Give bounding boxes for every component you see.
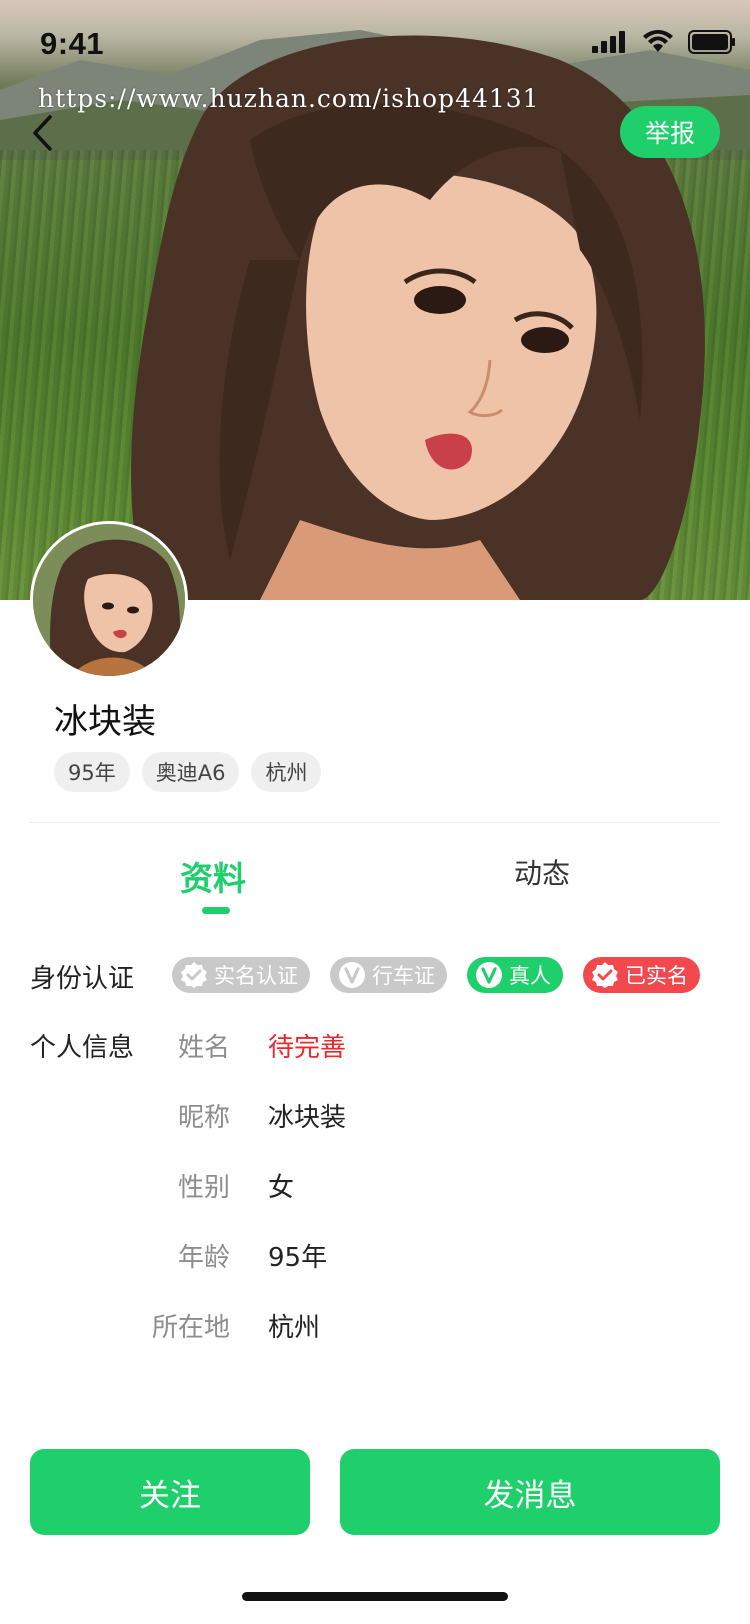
field-label-location: 所在地 — [151, 1313, 230, 1343]
badge-label: 真人 — [509, 964, 551, 988]
tab-info[interactable]: 资料 — [180, 852, 246, 900]
field-label-name: 姓名 — [177, 1033, 230, 1063]
back-button[interactable] — [22, 108, 62, 158]
avatar-image — [33, 524, 185, 676]
report-button[interactable]: 举报 — [620, 106, 720, 158]
home-indicator — [242, 1592, 508, 1601]
chevron-left-icon — [33, 115, 52, 151]
verified-shield-icon — [180, 961, 208, 989]
send-message-button[interactable]: 发消息 — [340, 1449, 720, 1535]
verified-shield-icon — [591, 961, 619, 989]
identity-label: 身份认证 — [30, 964, 135, 994]
field-value-gender: 女 — [268, 1173, 295, 1203]
status-time: 9:41 — [40, 26, 105, 61]
field-value-name[interactable]: 待完善 — [268, 1027, 346, 1064]
watermark-url: https://www.huzhan.com/ishop44131 — [38, 84, 540, 113]
tab-active-indicator — [202, 907, 230, 914]
badge-vehicle-license: 行车证 — [330, 957, 447, 993]
status-icons — [592, 30, 736, 54]
profile-tags: 95年 奥迪A6 杭州 — [54, 752, 322, 792]
divider — [30, 822, 720, 823]
cellular-signal-icon — [592, 31, 625, 53]
follow-button[interactable]: 关注 — [30, 1449, 310, 1535]
tag-city: 杭州 — [251, 752, 322, 792]
field-value-age: 95年 — [268, 1243, 328, 1273]
field-value-nickname: 冰块装 — [268, 1103, 347, 1133]
field-label-nickname: 昵称 — [177, 1103, 230, 1133]
avatar[interactable] — [30, 521, 188, 679]
field-value-location: 杭州 — [268, 1313, 321, 1343]
badge-label: 行车证 — [372, 964, 435, 988]
badge-label: 实名认证 — [214, 964, 298, 988]
profile-name: 冰块装 — [54, 702, 156, 742]
badge-verified: 已实名 — [583, 957, 700, 993]
field-label-age: 年龄 — [177, 1243, 230, 1273]
field-label-gender: 性别 — [177, 1173, 230, 1203]
badge-real-person: 真人 — [467, 957, 563, 993]
tag-car: 奥迪A6 — [141, 752, 240, 792]
identity-badges: 实名认证 行车证 真人 已实名 — [172, 957, 700, 993]
v-badge-icon — [338, 961, 366, 989]
wifi-icon — [643, 30, 673, 52]
tag-birth-year: 95年 — [54, 752, 130, 792]
battery-icon — [688, 30, 735, 54]
tab-moments[interactable]: 动态 — [514, 852, 570, 892]
v-badge-icon — [475, 961, 503, 989]
badge-realname-auth: 实名认证 — [172, 957, 310, 993]
status-bar: 9:41 — [0, 0, 750, 88]
badge-label: 已实名 — [625, 964, 688, 988]
